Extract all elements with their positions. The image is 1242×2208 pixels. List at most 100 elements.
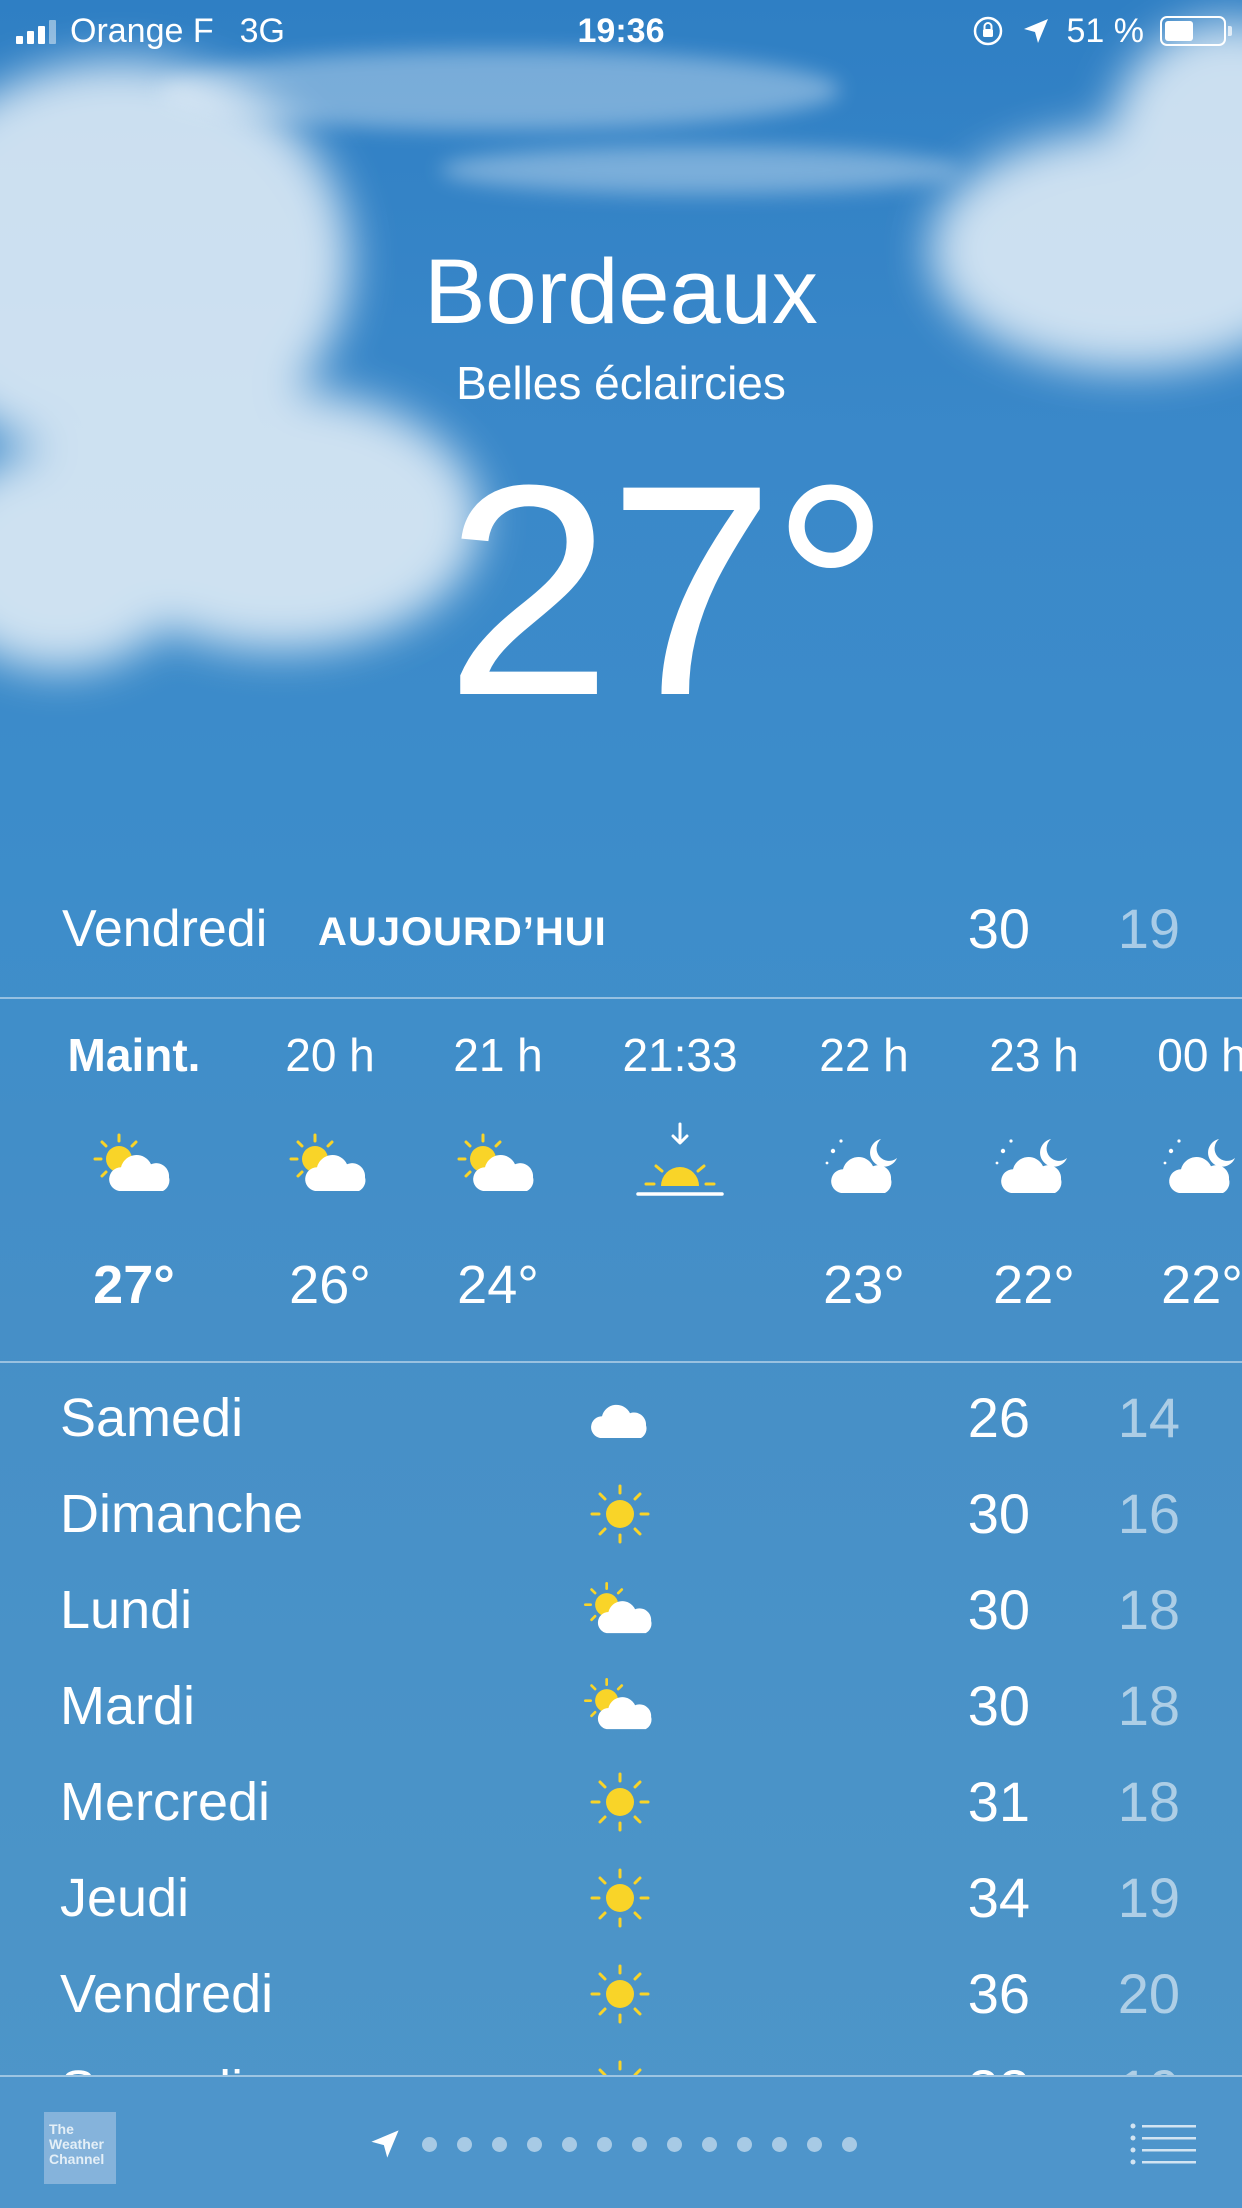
- page-indicator[interactable]: [368, 2119, 857, 2169]
- partly-sunny-icon: [580, 1672, 660, 1740]
- day-low: 18: [1117, 1578, 1180, 1641]
- day-name: Dimanche: [60, 1484, 304, 1544]
- today-summary: Vendredi AUJOURD’HUI 30 19: [0, 890, 1242, 1000]
- day-name: Samedi: [60, 1388, 244, 1448]
- daily-row: Samedi 26 14: [0, 1370, 1242, 1466]
- partly-sunny-icon: [240, 1110, 420, 1220]
- battery-icon: [1160, 16, 1232, 46]
- daily-row: Vendredi 36 20: [0, 1946, 1242, 2042]
- day-low: 16: [1117, 1482, 1180, 1545]
- hour-label: 23 h: [989, 1029, 1079, 1081]
- daily-forecast[interactable]: Samedi 26 14 Dimanche 30 16 Lundi 30 18 …: [0, 1370, 1242, 2075]
- city-name: Bordeaux: [424, 241, 818, 343]
- hour-temperature: [590, 1220, 770, 1350]
- sun-icon: [580, 1768, 660, 1836]
- page-dot: [632, 2136, 647, 2152]
- hour-temperature: 24°: [457, 1255, 539, 1315]
- daily-row: Mardi 30 18: [0, 1658, 1242, 1754]
- divider: [0, 997, 1242, 999]
- day-high: 30: [967, 1674, 1030, 1737]
- hourly-item: 20 h 26°: [240, 1000, 420, 1350]
- today-high: 30: [967, 897, 1030, 960]
- page-dot: [807, 2136, 822, 2152]
- page-dot: [492, 2136, 507, 2152]
- partly-cloudy-night-icon: [1112, 1110, 1242, 1220]
- day-low: 19: [1118, 2042, 1180, 2075]
- hour-temperature: 26°: [289, 1255, 371, 1315]
- cloud-icon: [580, 1384, 660, 1452]
- hour-label: 20 h: [285, 1029, 375, 1081]
- day-name: Mardi: [60, 1676, 196, 1736]
- day-name: Lundi: [60, 1580, 193, 1640]
- page-dot: [457, 2136, 472, 2152]
- day-high: 33: [968, 2042, 1030, 2075]
- location-arrow-icon: [1023, 19, 1048, 43]
- partly-cloudy-night-icon: [944, 1110, 1124, 1220]
- orientation-lock-icon: [973, 16, 1002, 46]
- bottom-toolbar: The Weather Channel: [0, 2075, 1242, 2208]
- page-dot: [422, 2136, 437, 2152]
- day-high: 26: [967, 1386, 1030, 1449]
- day-name: Mercredi: [60, 1772, 271, 1832]
- battery-fill: [1165, 21, 1194, 41]
- status-bar: Orange F 3G 19:36 51 %: [0, 0, 1242, 62]
- day-high: 30: [967, 1482, 1030, 1545]
- day-name: Jeudi: [60, 1868, 190, 1928]
- daily-row: Samedi 33 19: [0, 2042, 1242, 2075]
- hourly-item: 22 h 23°: [774, 1000, 954, 1350]
- page-dot: [737, 2136, 752, 2152]
- sun-icon: [580, 2056, 660, 2075]
- partly-sunny-icon: [408, 1110, 588, 1220]
- day-low: 18: [1117, 1674, 1180, 1737]
- page-dot: [597, 2136, 612, 2152]
- daily-row: Jeudi 34 19: [0, 1850, 1242, 1946]
- hourly-item: 00 h 22°: [1112, 1000, 1242, 1350]
- day-name: Vendredi: [60, 1964, 274, 2024]
- hourly-item: 21:33: [590, 1000, 770, 1350]
- page-dot: [562, 2136, 577, 2152]
- hour-label: 00 h: [1157, 1029, 1242, 1081]
- hourly-item: 23 h 22°: [944, 1000, 1124, 1350]
- daily-row: Dimanche 30 16: [0, 1466, 1242, 1562]
- battery-percentage: 51 %: [1066, 12, 1145, 50]
- day-high: 31: [967, 1770, 1030, 1833]
- logo-text: The Weather Channel: [49, 2121, 105, 2167]
- hour-temperature: 23°: [823, 1255, 905, 1315]
- location-arrow-icon: [371, 2130, 399, 2158]
- hourly-item: Maint. 27°: [44, 1000, 224, 1350]
- page-dot: [527, 2136, 542, 2152]
- day-low: 19: [1117, 1866, 1180, 1929]
- sun-icon: [580, 1960, 660, 2028]
- daily-row: Lundi 30 18: [0, 1562, 1242, 1658]
- today-label: AUJOURD’HUI: [318, 910, 607, 954]
- weather-channel-logo[interactable]: The Weather Channel: [44, 2112, 116, 2184]
- partly-sunny-icon: [580, 1576, 660, 1644]
- sunset-icon: [590, 1110, 770, 1220]
- page-dot: [702, 2136, 717, 2152]
- divider: [0, 1361, 1242, 1363]
- hourly-item: 21 h 24°: [408, 1000, 588, 1350]
- partly-cloudy-night-icon: [774, 1110, 954, 1220]
- sun-icon: [580, 1864, 660, 1932]
- hour-temperature: 22°: [993, 1255, 1075, 1315]
- day-high: 36: [967, 1962, 1030, 2025]
- page-dot: [667, 2136, 682, 2152]
- hour-label: 22 h: [819, 1029, 909, 1081]
- hour-label: 21 h: [453, 1029, 543, 1081]
- day-high: 30: [967, 1578, 1030, 1641]
- hourly-forecast[interactable]: Maint. 27° 20 h 26° 21 h 24° 21:33 22 h …: [0, 1000, 1242, 1360]
- hour-temperature: 27°: [93, 1255, 175, 1315]
- today-low: 19: [1117, 897, 1180, 960]
- partly-sunny-icon: [44, 1110, 224, 1220]
- today-day-name: Vendredi: [62, 900, 268, 958]
- weather-condition: Belles éclaircies: [456, 357, 786, 409]
- page-dot: [842, 2136, 857, 2152]
- day-low: 20: [1117, 1962, 1180, 2025]
- city-list-icon[interactable]: [1130, 2122, 1196, 2166]
- day-low: 14: [1117, 1386, 1180, 1449]
- daily-row: Mercredi 31 18: [0, 1754, 1242, 1850]
- day-name: Samedi: [60, 2042, 243, 2075]
- current-temperature: 27°: [445, 422, 891, 758]
- day-low: 18: [1117, 1770, 1180, 1833]
- hour-temperature: 22°: [1161, 1255, 1242, 1315]
